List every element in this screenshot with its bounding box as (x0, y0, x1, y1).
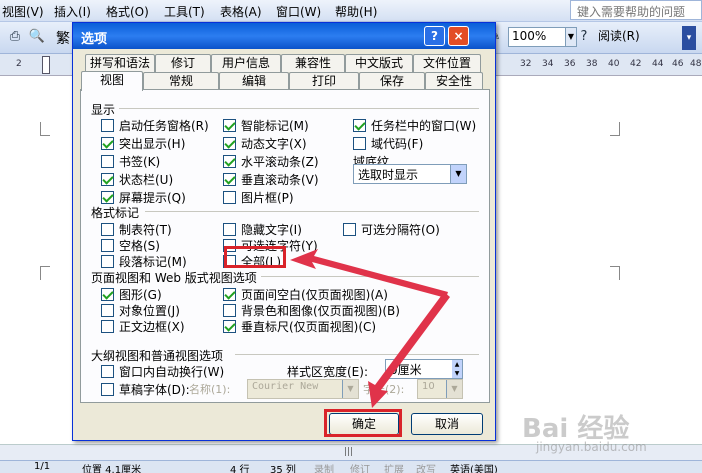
arrow-to-ok-icon (368, 292, 450, 408)
tab-view[interactable]: 视图 (81, 71, 143, 91)
watermark-url: jingyan.baidu.com (536, 440, 647, 454)
arrow-to-all-icon (290, 249, 448, 298)
